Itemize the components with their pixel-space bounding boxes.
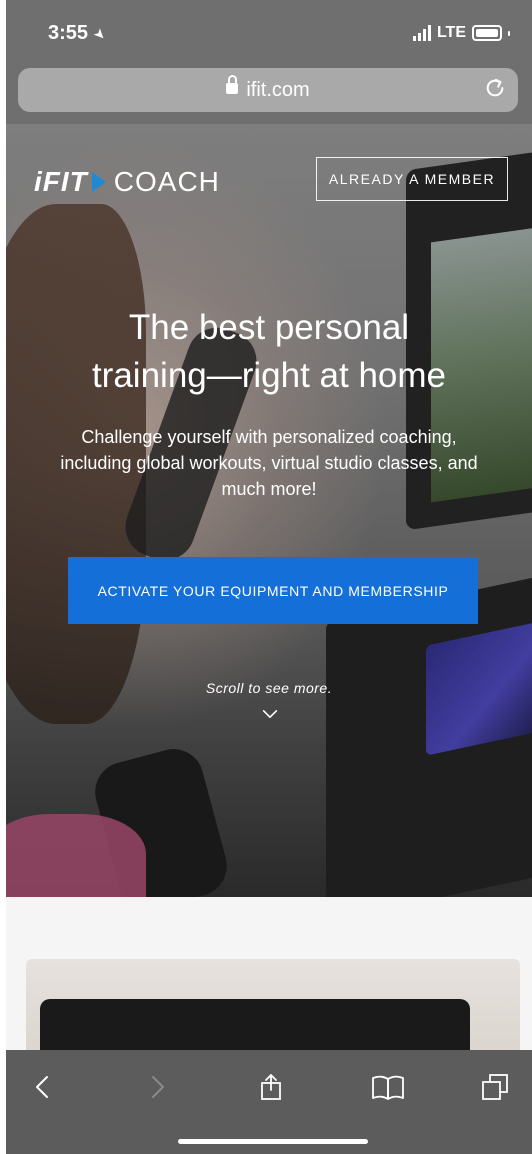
- battery-tip: [508, 30, 510, 36]
- chevron-left-icon[interactable]: [28, 1072, 58, 1102]
- status-time: 3:55 ➤: [48, 22, 110, 45]
- headline-line-2: training—right at home: [91, 356, 447, 395]
- activate-membership-button[interactable]: ACTIVATE YOUR EQUIPMENT AND MEMBERSHIP: [68, 557, 478, 624]
- signal-bars-icon: [412, 25, 431, 41]
- hero-subheading: Challenge yourself with personalized coa…: [60, 427, 478, 499]
- address-bar[interactable]: ifit.com: [18, 68, 518, 112]
- location-arrow-icon: ➤: [90, 24, 111, 44]
- network-type: LTE: [436, 24, 466, 41]
- already-member-button[interactable]: ALREADY A MEMBER: [316, 157, 508, 201]
- content-section: [6, 897, 532, 1079]
- chevron-right-icon[interactable]: [142, 1072, 172, 1102]
- lock-icon: [226, 75, 239, 95]
- hero-overlay: [6, 124, 532, 897]
- share-icon[interactable]: [256, 1072, 286, 1102]
- url-text: ifit.com: [246, 79, 310, 101]
- time-text: 3:55: [48, 22, 89, 44]
- ifit-coach-logo[interactable]: iFIT COACH: [34, 166, 220, 198]
- logo-product: COACH: [113, 166, 220, 197]
- logo-brand: iFIT: [34, 166, 88, 197]
- chevron-down-icon[interactable]: [262, 706, 278, 722]
- book-icon[interactable]: [370, 1072, 406, 1102]
- reload-icon[interactable]: [484, 77, 506, 99]
- scroll-hint: Scroll to see more.: [205, 680, 333, 696]
- hero-section: iFIT COACH ALREADY A MEMBER The best per…: [6, 124, 532, 897]
- headline-line-1: The best personal: [128, 308, 410, 347]
- browser-frame: 3:55 ➤ LTE ifit.com iFIT COACH ALREADY A…: [6, 0, 532, 1154]
- hero-headline: The best personal training—right at home: [6, 304, 532, 400]
- status-bar: 3:55 ➤ LTE: [6, 0, 532, 62]
- browser-toolbar: [6, 1050, 532, 1154]
- url-display[interactable]: ifit.com: [18, 75, 518, 102]
- logo-arrow-icon: [91, 172, 106, 192]
- status-indicators: LTE: [412, 24, 510, 42]
- battery-icon: [472, 25, 502, 41]
- home-indicator[interactable]: [178, 1139, 368, 1144]
- tabs-icon[interactable]: [480, 1072, 510, 1102]
- address-bar-area: ifit.com: [6, 62, 532, 124]
